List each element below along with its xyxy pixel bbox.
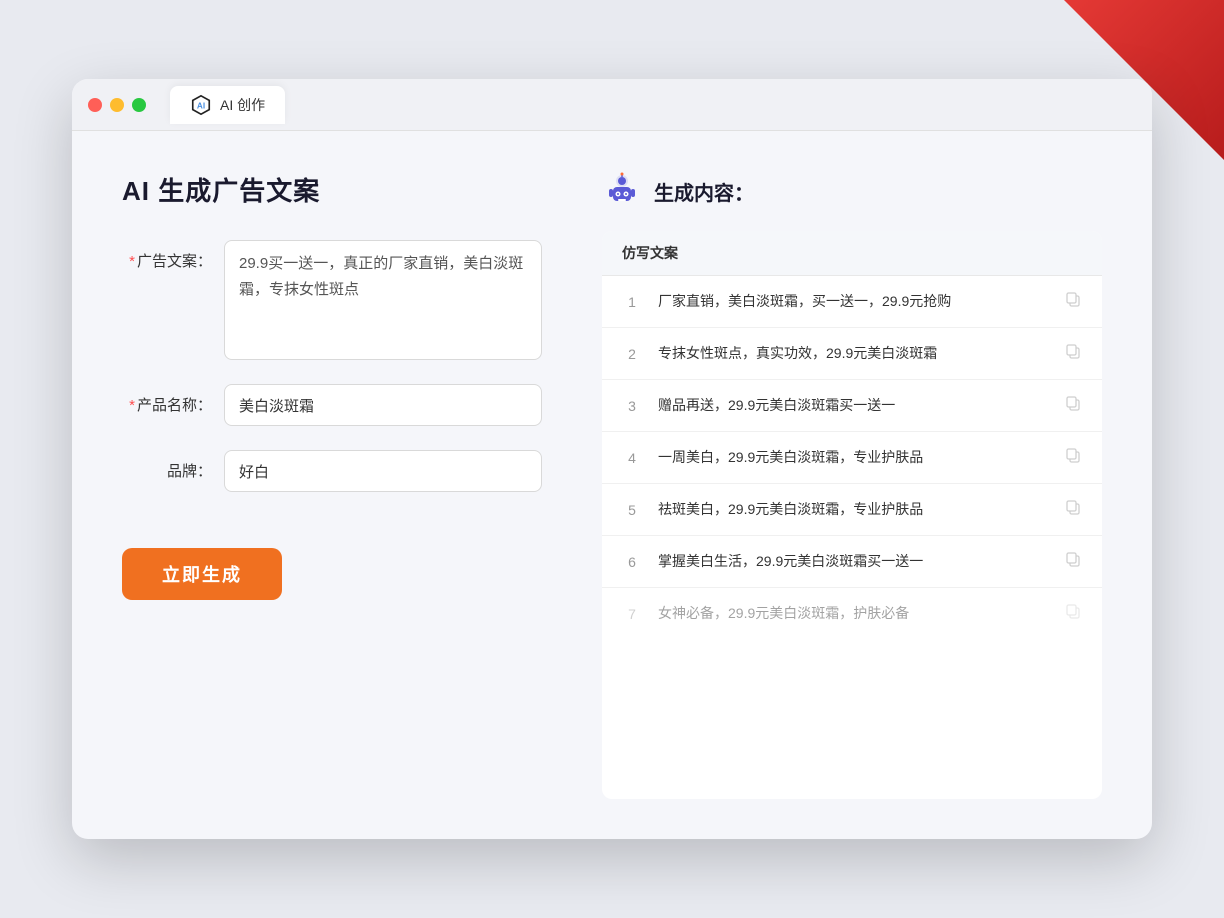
row-number: 2 <box>622 346 642 362</box>
product-name-required: * <box>129 397 135 414</box>
ad-copy-required: * <box>129 253 135 270</box>
result-row: 6 掌握美白生活，29.9元美白淡斑霜买一送一 <box>602 536 1102 588</box>
browser-window: AI AI 创作 AI 生成广告文案 *广告文案： 29.9买一送一，真正的厂家… <box>72 79 1152 839</box>
row-number: 5 <box>622 502 642 518</box>
row-number: 4 <box>622 450 642 466</box>
result-row: 1 厂家直销，美白淡斑霜，买一送一，29.9元抢购 <box>602 276 1102 328</box>
right-panel: 生成内容： 仿写文案 1 厂家直销，美白淡斑霜，买一送一，29.9元抢购 2 专抹女… <box>602 171 1102 799</box>
ad-copy-input[interactable]: 29.9买一送一，真正的厂家直销，美白淡斑霜，专抹女性斑点 <box>224 240 542 360</box>
robot-icon <box>602 171 642 211</box>
brand-group: 品牌： <box>122 450 542 492</box>
results-column-header: 仿写文案 <box>602 231 1102 276</box>
product-name-group: *产品名称： <box>122 384 542 426</box>
page-title: AI 生成广告文案 <box>122 171 542 208</box>
generate-button[interactable]: 立即生成 <box>122 548 282 600</box>
ai-tab-icon: AI <box>190 94 212 116</box>
brand-label: 品牌： <box>122 450 212 481</box>
copy-icon[interactable] <box>1064 394 1082 417</box>
maximize-button[interactable] <box>132 98 146 112</box>
svg-text:AI: AI <box>197 101 205 110</box>
row-text: 厂家直销，美白淡斑霜，买一送一，29.9元抢购 <box>658 291 1048 312</box>
results-title: 生成内容： <box>654 177 754 206</box>
product-name-label: *产品名称： <box>122 384 212 415</box>
row-text: 赠品再送，29.9元美白淡斑霜买一送一 <box>658 395 1048 416</box>
product-name-input[interactable] <box>224 384 542 426</box>
row-number: 7 <box>622 606 642 622</box>
copy-icon[interactable] <box>1064 290 1082 313</box>
result-row: 7 女神必备，29.9元美白淡斑霜，护肤必备 <box>602 588 1102 639</box>
ad-copy-label: *广告文案： <box>122 240 212 271</box>
title-bar: AI AI 创作 <box>72 79 1152 131</box>
copy-icon[interactable] <box>1064 602 1082 625</box>
result-row: 2 专抹女性斑点，真实功效，29.9元美白淡斑霜 <box>602 328 1102 380</box>
row-text: 专抹女性斑点，真实功效，29.9元美白淡斑霜 <box>658 343 1048 364</box>
results-container: 仿写文案 1 厂家直销，美白淡斑霜，买一送一，29.9元抢购 2 专抹女性斑点，真实… <box>602 231 1102 799</box>
result-row: 5 祛斑美白，29.9元美白淡斑霜，专业护肤品 <box>602 484 1102 536</box>
right-header: 生成内容： <box>602 171 1102 211</box>
copy-icon[interactable] <box>1064 498 1082 521</box>
window-controls <box>88 98 146 112</box>
ai-tab-label: AI 创作 <box>220 95 265 115</box>
row-number: 1 <box>622 294 642 310</box>
row-text: 掌握美白生活，29.9元美白淡斑霜买一送一 <box>658 551 1048 572</box>
row-number: 6 <box>622 554 642 570</box>
main-content: AI 生成广告文案 *广告文案： 29.9买一送一，真正的厂家直销，美白淡斑霜，… <box>72 131 1152 839</box>
close-button[interactable] <box>88 98 102 112</box>
result-row: 4 一周美白，29.9元美白淡斑霜，专业护肤品 <box>602 432 1102 484</box>
result-row: 3 赠品再送，29.9元美白淡斑霜买一送一 <box>602 380 1102 432</box>
left-panel: AI 生成广告文案 *广告文案： 29.9买一送一，真正的厂家直销，美白淡斑霜，… <box>122 171 542 799</box>
copy-icon[interactable] <box>1064 446 1082 469</box>
copy-icon[interactable] <box>1064 342 1082 365</box>
copy-icon[interactable] <box>1064 550 1082 573</box>
row-text: 女神必备，29.9元美白淡斑霜，护肤必备 <box>658 603 1048 624</box>
ad-copy-group: *广告文案： 29.9买一送一，真正的厂家直销，美白淡斑霜，专抹女性斑点 <box>122 240 542 360</box>
row-text: 一周美白，29.9元美白淡斑霜，专业护肤品 <box>658 447 1048 468</box>
row-text: 祛斑美白，29.9元美白淡斑霜，专业护肤品 <box>658 499 1048 520</box>
ai-tab[interactable]: AI AI 创作 <box>170 86 285 124</box>
results-list: 1 厂家直销，美白淡斑霜，买一送一，29.9元抢购 2 专抹女性斑点，真实功效，29… <box>602 276 1102 639</box>
row-number: 3 <box>622 398 642 414</box>
minimize-button[interactable] <box>110 98 124 112</box>
brand-input[interactable] <box>224 450 542 492</box>
